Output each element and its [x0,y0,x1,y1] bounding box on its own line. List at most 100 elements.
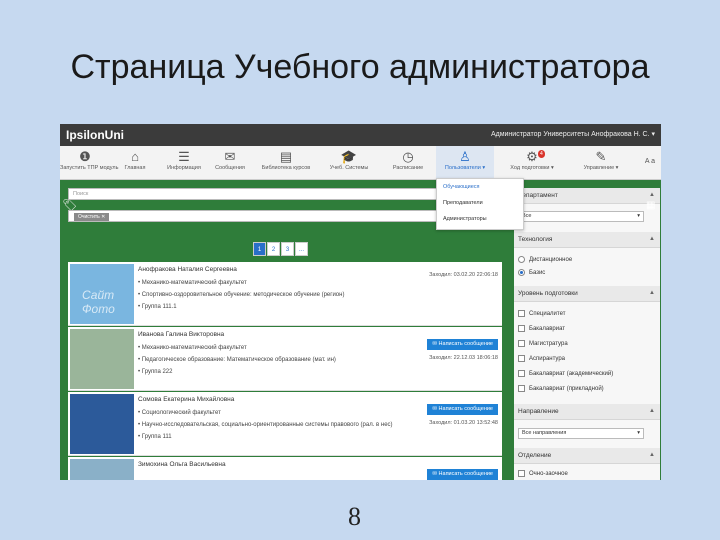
nav-item-7[interactable]: ♙ Пользователи ▾ [436,146,494,180]
brand-logo[interactable]: IpsilonUni [66,128,124,142]
nav-item-0[interactable]: ❶ Запустить ТПР модуль [60,146,119,180]
filter-header-branch[interactable]: Отделение ▲ [514,448,660,464]
avatar-placeholder-text: Сайт Фото [82,288,115,316]
level-checkbox-1[interactable]: Бакалавриат [518,325,565,332]
chevron-down-icon: ▾ [637,213,640,219]
branch-checkbox[interactable]: Очно-заочное [518,470,568,477]
nav-item-3[interactable]: ✉ Сообщения [206,146,254,180]
list-icon: ☰ [178,149,190,164]
dropdown-item-1[interactable]: Преподаватели [437,195,523,211]
filter-header-department[interactable]: Департамент ▲ [514,188,660,204]
page-button-1[interactable]: 2 [267,242,280,256]
nav-item-label: Учеб. Системы [329,165,369,171]
last-login-time: Заходил: 03.02.20 22:06:18 [429,272,498,278]
level-checkbox-2[interactable]: Магистратура [518,340,568,347]
level-checkbox-5[interactable]: Бакалавриат (прикладной) [518,385,604,392]
filter-header-level[interactable]: Уровень подготовки ▲ [514,286,660,302]
avatar[interactable]: Сайт Фото [70,264,134,324]
user-card[interactable]: Зимохина Ольга Васильевна ✉ Написать сооб… [68,457,502,480]
notification-badge: 4 [538,150,545,158]
nav-item-label: Ход подготовки ▾ [510,165,554,171]
category-radio-basis[interactable]: Базис [518,269,545,276]
user-detail: Группа 111.1 [138,304,177,310]
nav-item-6[interactable]: ◷ Расписание [382,146,434,180]
nav-item-label: Сообщения [215,165,245,171]
user-name[interactable]: Анофракова Наталия Сергеевна [138,266,237,273]
user-detail: Механико-математический факультет [138,280,247,286]
avatar[interactable] [70,329,134,389]
page-button-2[interactable]: 3 [281,242,294,256]
user-name[interactable]: Сомова Екатерина Михайловна [138,396,234,403]
nav-item-9[interactable]: ✎ Управление ▾ [570,146,632,180]
page-button-3[interactable]: ... [295,242,308,256]
user-card[interactable]: Сомова Екатерина Михайловна Социологическ… [68,392,502,456]
graduation-cap-icon: 🎓 [340,149,358,164]
application-screenshot: IpsilonUni Администратор Университеты Ан… [60,124,661,480]
user-detail: Группа 111 [138,434,172,440]
nav-item-label: Расписание [392,165,424,171]
chevron-up-icon: ▲ [649,236,655,242]
direction-select[interactable]: Все направления ▾ [518,428,644,439]
user-detail: Научно-исследовательская, социально-орие… [138,422,393,428]
chevron-up-icon: ▲ [649,452,655,458]
chevron-down-icon: ▾ [637,430,640,436]
mail-icon: ✉ [224,149,236,164]
last-login-time: Заходил: 01.03.20 13:52:48 [429,420,498,426]
filter-header-category[interactable]: Технология ▲ [514,232,660,248]
font-size-toggle[interactable]: A a [645,158,655,165]
user-name[interactable]: Иванова Галина Викторовна [138,331,224,338]
filter-sidebar: Департамент ▲ Все ▾ Технология ▲ Дистанцион… [514,188,660,480]
nav-item-label: Запустить ТПР модуль [60,165,119,171]
level-checkbox-0[interactable]: Специалитет [518,310,565,317]
chevron-up-icon: ▲ [649,290,655,296]
nav-item-label: Библиотека курсов [261,165,311,171]
last-login-time: Заходил: 22.12.03 18:06:18 [429,355,498,361]
department-select[interactable]: Все ▾ [518,211,644,222]
dropdown-item-2[interactable]: Администраторы [437,211,523,227]
gear-icon: ⚙ [526,149,538,164]
user-name[interactable]: Зимохина Ольга Васильевна [138,461,226,468]
slide-number: 8 [348,502,361,531]
nav-item-label: Информация [167,165,201,171]
user-detail: Спортивно-оздоровительное обучение: мето… [138,292,345,298]
user-card[interactable]: Сайт Фото Анофракова Наталия Сергеевна Мех… [68,262,502,326]
nav-item-2[interactable]: ☰ Информация [162,146,206,180]
book-icon: ▤ [279,149,293,164]
avatar[interactable] [70,459,134,480]
main-nav: ❶ Запустить ТПР модуль ⌂ Главная ☰ Информация… [60,146,661,180]
user-card[interactable]: Иванова Галина Викторовна Механико-матема… [68,327,502,391]
top-bar: IpsilonUni Администратор Университеты Ан… [60,124,661,146]
users-icon: ♙ [459,149,471,164]
avatar[interactable] [70,394,134,454]
info-icon: ❶ [79,149,91,164]
level-checkbox-4[interactable]: Бакалавриат (академический) [518,370,613,377]
send-message-button[interactable]: ✉ Написать сообщение [427,469,498,480]
category-radio-distance[interactable]: Дистанционное [518,256,572,263]
chevron-up-icon: ▲ [649,192,655,198]
user-detail: Группа 222 [138,369,173,375]
send-message-button[interactable]: ✉ Написать сообщение [427,404,498,415]
user-detail: Механико-математический факультет [138,345,247,351]
send-message-button[interactable]: ✉ Написать сообщение [427,339,498,350]
clock-icon: ◷ [402,149,414,164]
nav-item-1[interactable]: ⌂ Главная [110,146,160,180]
nav-item-8[interactable]: ⚙ Ход подготовки ▾ 4 [496,146,568,180]
level-checkbox-3[interactable]: Аспирантура [518,355,565,362]
nav-item-label: Управление ▾ [583,165,619,171]
user-detail: Педагогическое образование: Математическ… [138,357,336,363]
filter-header-direction[interactable]: Направление ▲ [514,404,660,420]
user-list: Сайт Фото Анофракова Наталия Сергеевна Мех… [68,262,502,480]
grid-view-icon[interactable]: ▦ [646,200,655,211]
user-detail: Социологический факультет [138,410,221,416]
nav-item-label: Главная [124,165,146,171]
nav-item-4[interactable]: ▤ Библиотека курсов [256,146,316,180]
clear-filter-chip[interactable]: Очистить ✕ [74,213,110,221]
nav-item-5[interactable]: 🎓 Учеб. Системы [318,146,380,180]
user-menu[interactable]: Администратор Университеты Анофракова Н.… [491,130,655,138]
dropdown-item-0[interactable]: Обучающиеся [437,179,523,195]
page-button-0[interactable]: 1 [253,242,266,256]
home-icon: ⌂ [131,149,139,164]
chevron-up-icon: ▲ [649,408,655,414]
slide-title: Страница Учебного администратора [70,48,650,86]
nav-item-label: Пользователи ▾ [444,165,486,171]
